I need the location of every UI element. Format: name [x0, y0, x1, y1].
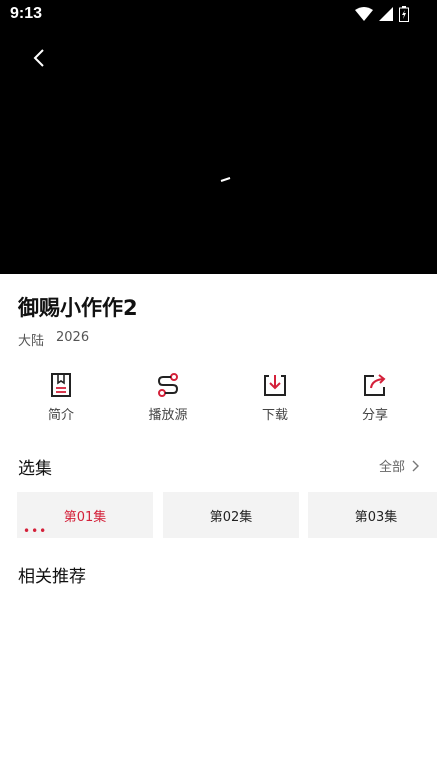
status-time: 9:13	[10, 5, 43, 22]
signal-icon	[379, 7, 393, 21]
intro-button[interactable]: 简介	[21, 372, 101, 423]
status-bar: 9:13	[0, 0, 437, 30]
chevron-right-icon	[412, 460, 419, 471]
show-region: 大陆	[18, 334, 45, 349]
share-icon	[364, 374, 386, 396]
intro-label: 简介	[47, 408, 74, 423]
share-button[interactable]: 分享	[335, 372, 415, 423]
bookmark-doc-icon	[51, 373, 71, 397]
source-label: 播放源	[148, 408, 188, 423]
battery-icon	[399, 6, 409, 22]
episode-label: 第01集	[63, 509, 107, 525]
back-button[interactable]	[26, 44, 54, 72]
episodes-header: 选集 全部	[18, 454, 419, 479]
all-episodes-button[interactable]: 全部	[379, 456, 419, 475]
episode-item[interactable]: 第01集 •••	[17, 492, 153, 538]
loading-spinner	[220, 168, 232, 187]
download-label: 下载	[261, 408, 288, 423]
episode-label: 第02集	[209, 509, 253, 525]
action-bar: 简介 播放源 下载 分享	[0, 372, 437, 432]
episodes-title: 选集	[18, 459, 52, 479]
chevron-left-icon	[33, 49, 44, 67]
video-player[interactable]: 9:13	[0, 0, 437, 274]
download-button[interactable]: 下载	[235, 372, 315, 423]
show-meta: 大陆 2026	[18, 330, 89, 349]
spinner-icon	[220, 177, 231, 182]
episode-item[interactable]: 第02集	[163, 492, 299, 538]
show-title: 御赐小作作2	[18, 296, 138, 320]
status-icons	[355, 6, 409, 22]
related-title: 相关推荐	[18, 567, 86, 587]
wifi-icon	[355, 7, 373, 21]
episode-label: 第03集	[354, 509, 398, 525]
playing-indicator-icon: •••	[23, 524, 48, 538]
show-year: 2026	[56, 330, 90, 345]
episode-item[interactable]: 第03集	[308, 492, 437, 538]
episode-list: 第01集 ••• 第02集 第03集	[17, 492, 437, 538]
all-episodes-label: 全部	[378, 460, 405, 475]
route-icon	[157, 373, 179, 397]
share-label: 分享	[361, 408, 388, 423]
source-button[interactable]: 播放源	[128, 372, 208, 423]
download-icon	[264, 375, 286, 396]
